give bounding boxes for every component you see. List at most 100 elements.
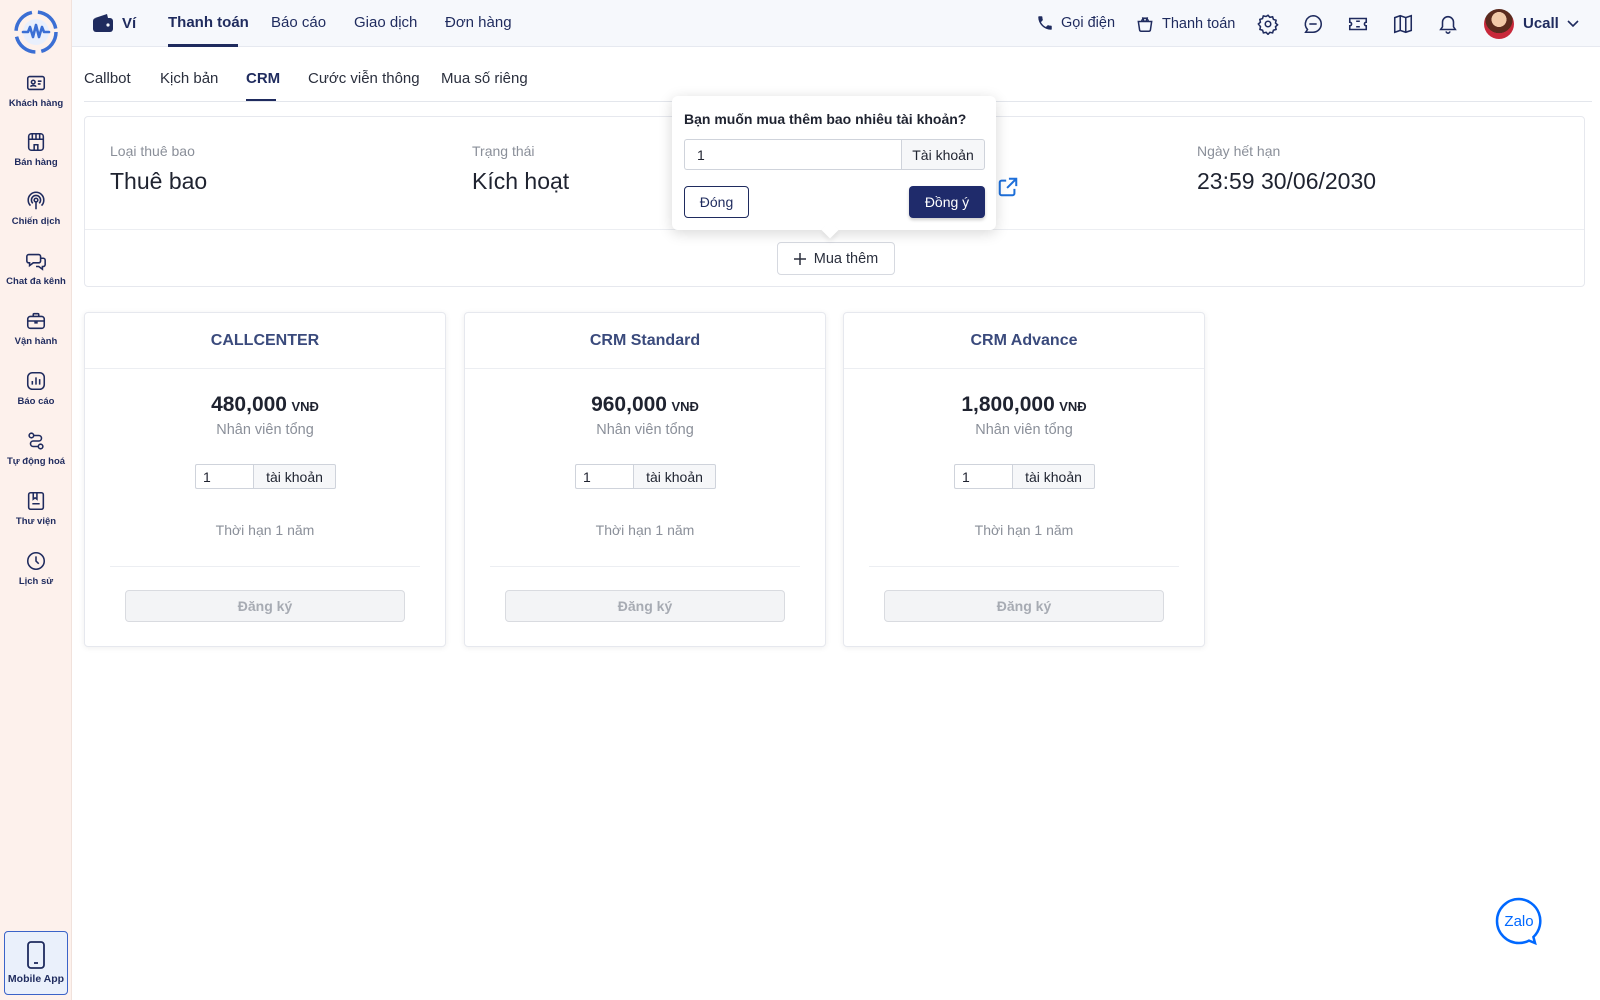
sidebar-item-label: Khách hàng <box>8 98 64 109</box>
plan-card-callcenter: CALLCENTER 480,000 VNĐ Nhân viên tổng tà… <box>84 312 446 647</box>
divider <box>869 566 1179 567</box>
call-label: Gọi điện <box>1061 15 1116 31</box>
subscription-status-value: Kích hoạt <box>472 168 570 194</box>
payment-label: Thanh toán <box>1162 16 1236 32</box>
avatar[interactable] <box>1484 9 1514 39</box>
subscription-status-label: Trạng thái <box>472 143 535 159</box>
subscription-status: Trạng thái Kích hoạt <box>472 143 569 195</box>
register-button[interactable]: Đăng ký <box>884 590 1164 622</box>
sidebar-item-automation[interactable]: Tự động hoá <box>0 430 72 486</box>
sidebar-item-label: Tự động hoá <box>6 456 66 467</box>
subscription-type-value: Thuê bao <box>110 168 208 194</box>
book-icon[interactable] <box>1392 13 1414 35</box>
plan-price-amount: 960,000 <box>591 393 667 416</box>
plan-name: CRM Standard <box>589 332 701 349</box>
tab-crm[interactable]: CRM <box>246 70 280 87</box>
plan-quantity-unit: tài khoản <box>253 464 336 489</box>
tab-scripts[interactable]: Kịch bản <box>160 70 218 87</box>
workflow-icon <box>28 432 44 450</box>
tab-callbot[interactable]: Callbot <box>84 70 131 87</box>
plan-subtitle: Nhân viên tổng <box>596 422 694 438</box>
ucall-logo-icon[interactable] <box>14 10 58 54</box>
chat-bubbles-icon <box>26 253 46 271</box>
plan-quantity-unit: tài khoản <box>633 464 716 489</box>
sidebar-item-history[interactable]: Lịch sử <box>0 550 72 606</box>
top-tab-payment[interactable]: Thanh toán <box>168 14 249 31</box>
divider <box>465 368 825 369</box>
plan-subtitle: Nhân viên tổng <box>975 422 1073 438</box>
active-tab-indicator <box>168 44 238 47</box>
chevron-down-icon[interactable] <box>1566 16 1580 30</box>
briefcase-icon <box>26 312 46 330</box>
sidebar-item-label: Lịch sử <box>18 576 54 587</box>
subscription-expiry-value: 23:59 30/06/2030 <box>1197 168 1377 194</box>
divider <box>85 368 445 369</box>
buy-more-popover: Bạn muốn mua thêm bao nhiêu tài khoản? T… <box>672 96 996 230</box>
confirm-button[interactable]: Đồng ý <box>909 186 985 218</box>
sidebar-item-omnichannel-chat[interactable]: Chat đa kênh <box>0 250 72 306</box>
register-button[interactable]: Đăng ký <box>505 590 785 622</box>
plan-quantity-unit: tài khoản <box>1012 464 1095 489</box>
contact-card-icon <box>26 75 46 91</box>
sidebar-item-sales[interactable]: Bán hàng <box>0 131 72 187</box>
sidebar-item-reports[interactable]: Báo cáo <box>0 370 72 426</box>
plan-price-currency: VNĐ <box>671 399 699 414</box>
tab-private-numbers[interactable]: Mua số riêng <box>441 70 528 87</box>
message-icon[interactable] <box>1302 13 1324 35</box>
top-tab-transactions[interactable]: Giao dịch <box>354 14 417 31</box>
sidebar-item-label: Bán hàng <box>14 157 58 168</box>
top-tab-reports[interactable]: Báo cáo <box>271 14 326 31</box>
subscription-expiry: Ngày hết hạn 23:59 30/06/2030 <box>1197 143 1376 195</box>
ticket-icon[interactable] <box>1347 13 1369 35</box>
sidebar-item-customers[interactable]: Khách hàng <box>0 72 72 128</box>
clock-icon <box>26 551 46 571</box>
call-button[interactable]: Gọi điện <box>1036 14 1115 32</box>
bell-icon[interactable] <box>1437 13 1459 35</box>
plan-name: CRM Advance <box>970 332 1078 349</box>
divider <box>110 566 420 567</box>
plan-card-crm-advance: CRM Advance 1,800,000 VNĐ Nhân viên tổng… <box>843 312 1205 647</box>
smartphone-icon <box>27 941 45 969</box>
sidebar-item-operations[interactable]: Vận hành <box>0 310 72 366</box>
plan-price-amount: 480,000 <box>211 393 287 416</box>
wallet-link[interactable]: Ví <box>92 13 136 33</box>
top-tab-orders[interactable]: Đơn hàng <box>445 14 512 31</box>
plan-price-currency: VNĐ <box>1059 399 1087 414</box>
broadcast-icon <box>27 191 45 210</box>
account-quantity-input[interactable] <box>684 139 902 170</box>
register-button[interactable]: Đăng ký <box>125 590 405 622</box>
buy-more-button[interactable]: Mua thêm <box>777 242 895 275</box>
storefront-icon <box>27 132 45 152</box>
plan-term: Thời hạn 1 năm <box>595 522 695 538</box>
sidebar-item-library[interactable]: Thư viện <box>0 490 72 546</box>
plan-quantity-input[interactable] <box>575 464 634 489</box>
external-link-icon[interactable] <box>997 176 1019 198</box>
user-name[interactable]: Ucall <box>1523 15 1559 32</box>
zalo-label: Zalo <box>1504 913 1533 930</box>
wallet-label: Ví <box>122 14 137 32</box>
sidebar-item-campaigns[interactable]: Chiến dịch <box>0 190 72 246</box>
library-icon <box>27 491 45 511</box>
mobile-app-label: Mobile App <box>7 973 65 985</box>
divider <box>490 566 800 567</box>
tab-telecom-fees[interactable]: Cước viễn thông <box>308 70 420 87</box>
zalo-chat-icon[interactable]: Zalo <box>1494 896 1544 946</box>
plan-subtitle: Nhân viên tổng <box>216 422 314 438</box>
mobile-app-button[interactable]: Mobile App <box>4 931 68 995</box>
sidebar-item-label: Chat đa kênh <box>6 276 66 287</box>
shopping-basket-icon <box>1137 17 1153 32</box>
plan-price-currency: VNĐ <box>291 399 319 414</box>
plan-card-crm-standard: CRM Standard 960,000 VNĐ Nhân viên tổng … <box>464 312 826 647</box>
plan-quantity-input[interactable] <box>954 464 1013 489</box>
plan-term: Thời hạn 1 năm <box>974 522 1074 538</box>
plan-price: 960,000 VNĐ <box>465 393 825 417</box>
plan-price: 480,000 VNĐ <box>85 393 445 417</box>
plan-quantity-input[interactable] <box>195 464 254 489</box>
payment-button[interactable]: Thanh toán <box>1135 14 1235 34</box>
left-sidebar: Khách hàng Bán hàng Chiến dịch Chat đa k… <box>0 0 72 1000</box>
gear-icon[interactable] <box>1257 13 1279 35</box>
buy-more-label: Mua thêm <box>813 250 879 267</box>
divider <box>844 368 1204 369</box>
active-subtab-indicator <box>246 99 276 101</box>
close-button[interactable]: Đóng <box>684 186 749 218</box>
